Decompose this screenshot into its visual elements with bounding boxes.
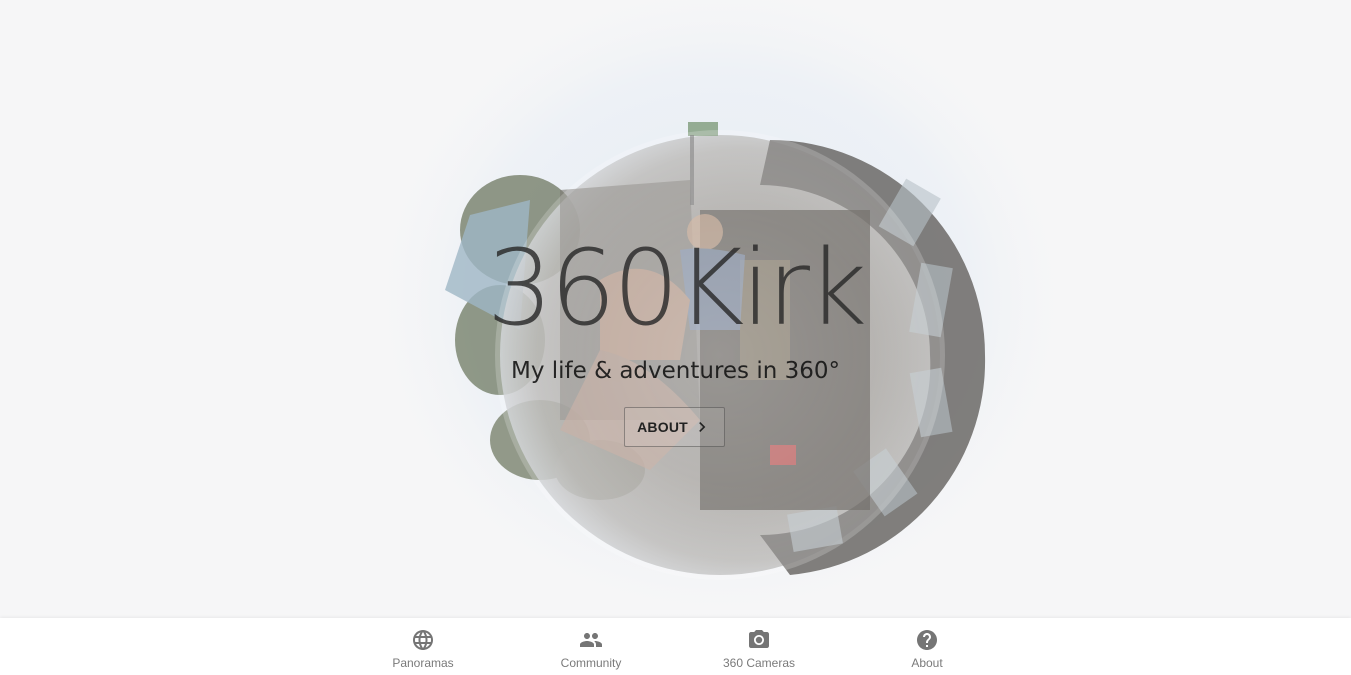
bottom-navigation: Panoramas Community 360 Cameras About [0, 618, 1351, 675]
about-button[interactable]: ABOUT [624, 407, 725, 447]
nav-label-panoramas: Panoramas [392, 656, 454, 670]
chevron-right-icon [692, 417, 712, 437]
nav-item-about[interactable]: About [843, 618, 1011, 675]
hero-section: 360Kirk My life & adventures in 360° ABO… [0, 0, 1351, 618]
nav-label-community: Community [560, 656, 622, 670]
hero-content: 360Kirk My life & adventures in 360° ABO… [0, 0, 1351, 618]
nav-label-about: About [911, 656, 943, 670]
about-button-label: ABOUT [637, 419, 688, 435]
help-circle-icon [917, 630, 937, 650]
nav-item-360-cameras[interactable]: 360 Cameras [675, 618, 843, 675]
people-icon [580, 633, 602, 647]
nav-label-360-cameras: 360 Cameras [722, 656, 796, 670]
nav-item-community[interactable]: Community [507, 618, 675, 675]
site-title: 360Kirk [486, 227, 868, 349]
nav-item-panoramas[interactable]: Panoramas [339, 618, 507, 675]
camera-icon [749, 630, 769, 648]
site-tagline: My life & adventures in 360° [510, 358, 841, 384]
globe-icon [413, 630, 433, 650]
